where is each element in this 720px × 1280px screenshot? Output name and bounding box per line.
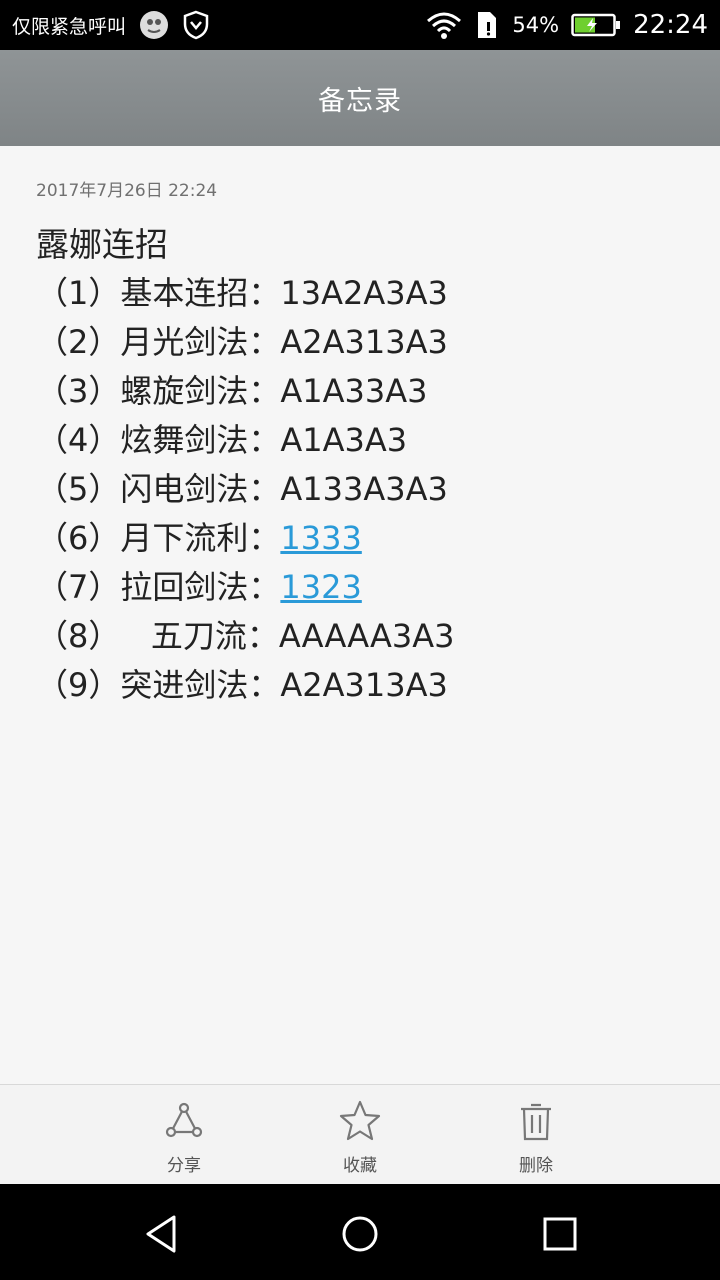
combo-sequence: A1A33A3	[280, 372, 428, 410]
note-content-area[interactable]: 2017年7月26日 22:24 露娜连招 （1）基本连招：13A2A3A3 （2…	[0, 146, 720, 1084]
status-bar: 仅限紧急呼叫 54% 22:24	[0, 0, 720, 50]
combo-name: （8） 五刀流：	[36, 617, 279, 655]
battery-percent: 54%	[512, 13, 560, 37]
note-line: （6）月下流利：1333	[36, 514, 684, 563]
vpn-shield-icon	[182, 10, 210, 40]
combo-name: （2）月光剑法：	[36, 323, 281, 361]
note-body: （1）基本连招：13A2A3A3 （2）月光剑法：A2A313A3 （3）螺旋剑法：…	[36, 269, 684, 710]
note-title: 露娜连招	[36, 225, 168, 264]
combo-name: （5）闪电剑法：	[36, 470, 281, 508]
note-line: （8） 五刀流：AAAAA3A3	[36, 612, 684, 661]
system-nav-bar	[0, 1184, 720, 1280]
note-date: 2017年7月26日 22:24	[36, 181, 218, 201]
home-icon[interactable]	[338, 1212, 382, 1256]
combo-name: （1）基本连招：	[36, 274, 281, 312]
combo-sequence: A2A313A3	[280, 666, 448, 704]
combo-name: （4）炫舞剑法：	[36, 421, 281, 459]
combo-sequence: A1A3A3	[280, 421, 408, 459]
combo-link[interactable]: 1333	[280, 519, 361, 557]
combo-sequence: AAAAA3A3	[278, 617, 455, 655]
clock: 22:24	[633, 10, 708, 40]
note-line: （2）月光剑法：A2A313A3	[36, 318, 684, 367]
wifi-icon	[426, 10, 462, 40]
delete-button[interactable]: 删除	[486, 1099, 586, 1179]
note-line: （7）拉回剑法：1323	[36, 563, 684, 612]
combo-sequence: 13A2A3A3	[280, 274, 448, 312]
favorite-label: 收藏	[343, 1156, 377, 1176]
combo-name: （7）拉回剑法：	[36, 568, 281, 606]
carrier-text: 仅限紧急呼叫	[12, 15, 127, 38]
favorite-button[interactable]: 收藏	[310, 1099, 410, 1179]
star-icon	[339, 1100, 381, 1141]
combo-sequence: A133A3A3	[280, 470, 448, 508]
note-line: （9）突进剑法：A2A313A3	[36, 661, 684, 710]
share-button[interactable]: 分享	[134, 1099, 234, 1179]
recents-icon[interactable]	[538, 1212, 582, 1256]
battery-icon	[571, 12, 621, 38]
trash-icon	[521, 1103, 551, 1141]
notification-app-icon	[138, 9, 170, 41]
share-icon	[165, 1102, 203, 1138]
combo-link[interactable]: 1323	[280, 568, 361, 606]
combo-sequence: A2A313A3	[280, 323, 448, 361]
combo-name: （6）月下流利：	[36, 519, 281, 557]
combo-name: （3）螺旋剑法：	[36, 372, 281, 410]
page-title: 备忘录	[318, 85, 402, 117]
note-line: （4）炫舞剑法：A1A3A3	[36, 416, 684, 465]
sim-icon	[474, 10, 500, 40]
note-line: （1）基本连招：13A2A3A3	[36, 269, 684, 318]
delete-label: 删除	[519, 1156, 553, 1176]
share-label: 分享	[167, 1156, 201, 1176]
combo-name: （9）突进剑法：	[36, 666, 281, 704]
note-toolbar: 分享 收藏 删除	[0, 1084, 720, 1184]
note-line: （3）螺旋剑法：A1A33A3	[36, 367, 684, 416]
back-icon[interactable]	[140, 1212, 184, 1256]
note-line: （5）闪电剑法：A133A3A3	[36, 465, 684, 514]
app-title-bar: 备忘录	[0, 50, 720, 146]
